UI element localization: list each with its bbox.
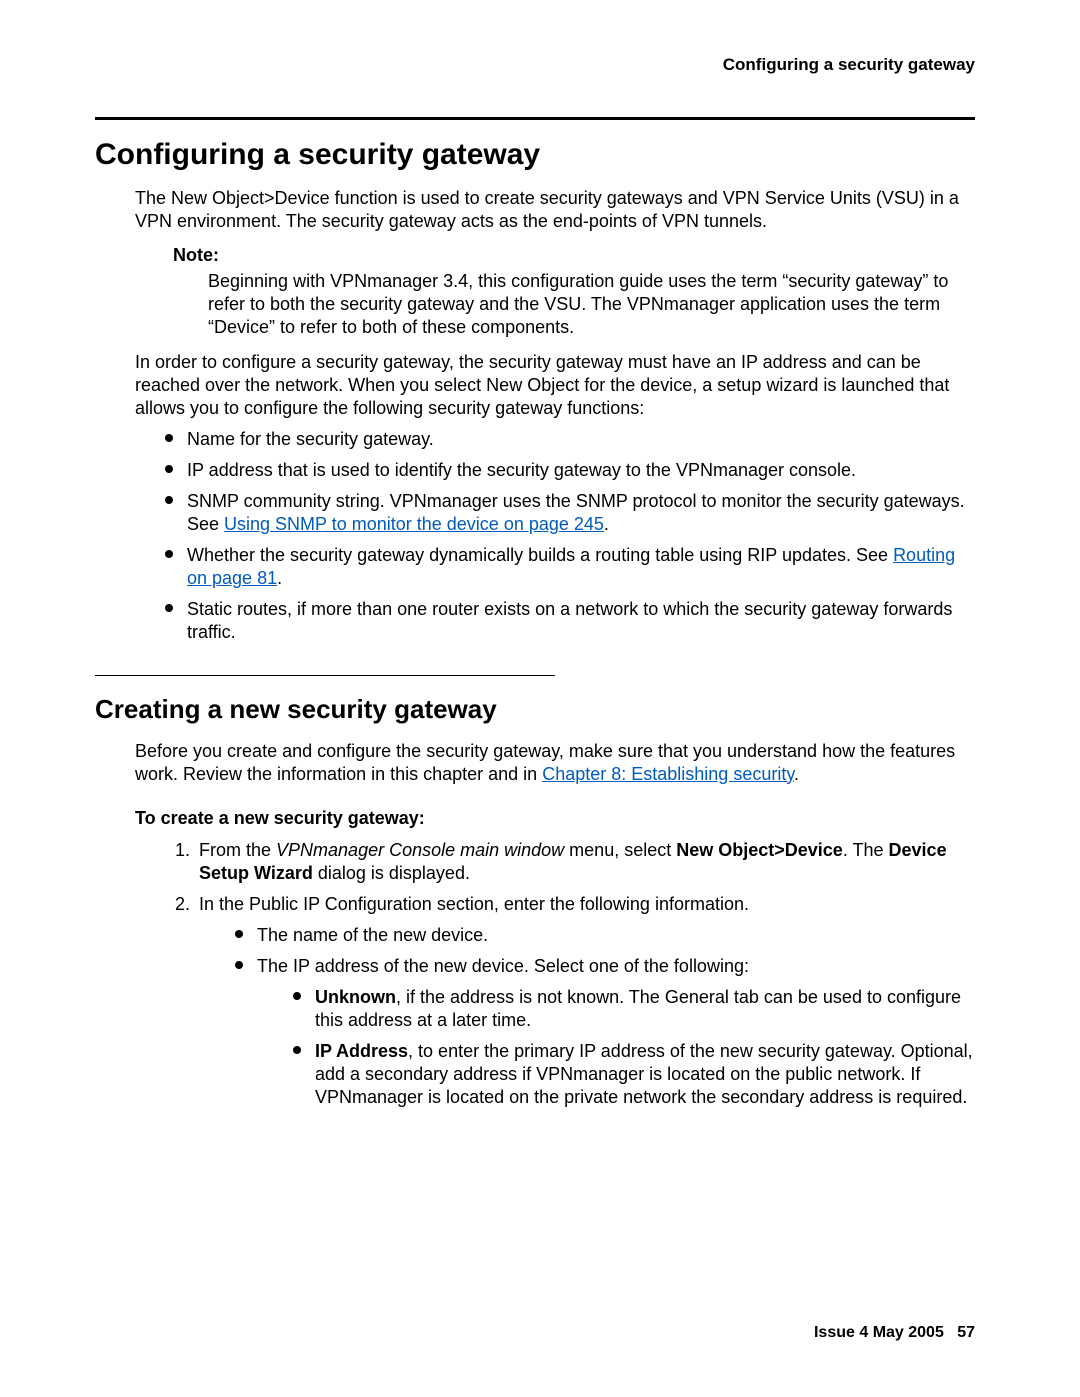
numbered-list: From the VPNmanager Console main window … xyxy=(165,839,975,1109)
bold-text: IP Address xyxy=(315,1041,408,1061)
horizontal-rule xyxy=(95,117,975,120)
link-chapter8[interactable]: Chapter 8: Establishing security xyxy=(542,764,794,784)
emphasis: VPNmanager Console main window xyxy=(276,840,564,860)
section1-body2: In order to configure a security gateway… xyxy=(135,351,975,644)
list-item: In the Public IP Configuration section, … xyxy=(195,893,975,1109)
paragraph: Before you create and configure the secu… xyxy=(135,740,975,786)
paragraph: In order to configure a security gateway… xyxy=(135,351,975,420)
list-item: SNMP community string. VPNmanager uses t… xyxy=(165,490,975,536)
section1-body: The New Object>Device function is used t… xyxy=(135,187,975,233)
link-snmp-monitor[interactable]: Using SNMP to monitor the device on page… xyxy=(224,514,604,534)
section-heading-1: Configuring a security gateway xyxy=(95,138,975,172)
text: Whether the security gateway dynamically… xyxy=(187,545,893,565)
list-item: Whether the security gateway dynamically… xyxy=(165,544,975,590)
bullet-list: Name for the security gateway. IP addres… xyxy=(165,428,975,644)
sub-bullet-list: The name of the new device. The IP addre… xyxy=(235,924,975,1109)
list-item: Unknown, if the address is not known. Th… xyxy=(293,986,975,1032)
list-item: From the VPNmanager Console main window … xyxy=(195,839,975,885)
section2-body: Before you create and configure the secu… xyxy=(135,740,975,786)
text: . xyxy=(277,568,282,588)
text: . The xyxy=(843,840,889,860)
sub-horizontal-rule xyxy=(95,675,555,676)
list-item: IP address that is used to identify the … xyxy=(165,459,975,482)
bold-text: Unknown xyxy=(315,987,396,1007)
text: . xyxy=(794,764,799,784)
list-item: Name for the security gateway. xyxy=(165,428,975,451)
text: , to enter the primary IP address of the… xyxy=(315,1041,973,1107)
bold-text: New Object>Device xyxy=(676,840,843,860)
text: dialog is displayed. xyxy=(313,863,470,883)
document-page: Configuring a security gateway Configuri… xyxy=(0,0,1080,1397)
text: , if the address is not known. The Gener… xyxy=(315,987,961,1030)
section-heading-2: Creating a new security gateway xyxy=(95,694,975,725)
text: The IP address of the new device. Select… xyxy=(257,956,749,976)
sub-sub-bullet-list: Unknown, if the address is not known. Th… xyxy=(293,986,975,1109)
list-item: The IP address of the new device. Select… xyxy=(235,955,975,1109)
paragraph: The New Object>Device function is used t… xyxy=(135,187,975,233)
text: From the xyxy=(199,840,276,860)
text: In the Public IP Configuration section, … xyxy=(199,894,749,914)
text: menu, select xyxy=(564,840,676,860)
issue-label: Issue 4 May 2005 xyxy=(814,1324,944,1341)
list-item: The name of the new device. xyxy=(235,924,975,947)
list-item: IP Address, to enter the primary IP addr… xyxy=(293,1040,975,1109)
list-item: Static routes, if more than one router e… xyxy=(165,598,975,644)
running-header: Configuring a security gateway xyxy=(95,55,975,75)
text: . xyxy=(604,514,609,534)
section2-steps: From the VPNmanager Console main window … xyxy=(135,839,975,1109)
task-heading: To create a new security gateway: xyxy=(135,808,975,829)
note-body: Beginning with VPNmanager 3.4, this conf… xyxy=(208,270,975,339)
note-label: Note: xyxy=(173,245,975,266)
page-footer: Issue 4 May 2005 57 xyxy=(814,1324,975,1342)
page-number: 57 xyxy=(957,1324,975,1341)
